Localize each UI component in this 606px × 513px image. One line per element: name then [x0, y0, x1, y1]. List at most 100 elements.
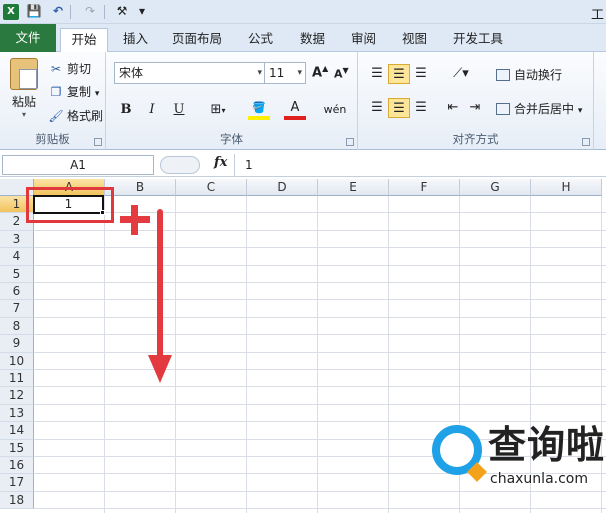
- merge-center-label: 合并后居中: [514, 102, 575, 116]
- wrap-text-button[interactable]: 自动换行: [496, 66, 562, 83]
- row-header-13[interactable]: 13: [0, 404, 34, 423]
- watermark: 查询啦 chaxunla.com: [432, 423, 604, 493]
- row-header-14[interactable]: 14: [0, 422, 34, 440]
- name-box[interactable]: A1: [2, 155, 154, 175]
- arrow-shaft: [157, 209, 163, 359]
- bold-button[interactable]: B: [118, 100, 134, 120]
- gridline-row: [34, 299, 606, 301]
- row-header-11[interactable]: 11: [0, 370, 34, 388]
- row-header-10[interactable]: 10: [0, 352, 34, 370]
- grow-font-button[interactable]: A▲: [312, 64, 328, 80]
- dialog-launcher-icon[interactable]: [94, 138, 102, 146]
- tools-icon[interactable]: ⚒: [112, 3, 132, 20]
- tab-developer[interactable]: 开发工具: [443, 28, 513, 52]
- font-name-dropdown[interactable]: 宋体 ▾: [114, 62, 266, 84]
- shrink-font-button[interactable]: A▼: [334, 66, 349, 81]
- tab-page-layout[interactable]: 页面布局: [162, 28, 232, 52]
- gridline-row: [34, 264, 606, 266]
- row-header-15[interactable]: 15: [0, 439, 34, 457]
- row-header-8[interactable]: 8: [0, 317, 34, 336]
- underline-button[interactable]: U: [168, 100, 190, 120]
- copy-button[interactable]: ❐ 复制 ▾: [48, 83, 100, 101]
- tab-view[interactable]: 视图: [392, 28, 437, 52]
- tab-review[interactable]: 审阅: [341, 28, 386, 52]
- row-header-6[interactable]: 6: [0, 283, 34, 301]
- formula-input[interactable]: 1: [234, 154, 606, 176]
- chevron-down-icon: ▾: [257, 68, 262, 78]
- fill-color-button[interactable]: 🪣: [248, 100, 270, 120]
- grow-font-icon: A: [312, 65, 323, 81]
- formula-bar: A1 fx 1: [0, 153, 606, 177]
- font-color-icon: A: [290, 100, 300, 115]
- dialog-launcher-icon[interactable]: [582, 138, 590, 146]
- column-header-d[interactable]: D: [247, 179, 318, 196]
- align-left-button[interactable]: ☰: [366, 98, 388, 118]
- align-middle-button[interactable]: ☰: [388, 64, 410, 84]
- number-group-partial: [594, 52, 606, 150]
- qat-separator: [70, 5, 71, 19]
- merge-center-button[interactable]: 合并后居中 ▾: [496, 100, 582, 117]
- column-header-f[interactable]: F: [389, 179, 460, 196]
- wrap-text-label: 自动换行: [514, 68, 563, 82]
- gridline-row: [34, 316, 606, 318]
- align-top-button[interactable]: ☰: [366, 64, 388, 84]
- row-header-9[interactable]: 9: [0, 335, 34, 353]
- font-size-dropdown[interactable]: 11 ▾: [264, 62, 306, 84]
- row-header-17[interactable]: 17: [0, 474, 34, 492]
- save-icon[interactable]: 💾: [26, 3, 42, 20]
- column-header-e[interactable]: E: [318, 179, 389, 196]
- gridline-col: [104, 196, 105, 513]
- row-header-12[interactable]: 12: [0, 387, 34, 405]
- phonetic-icon: wén: [323, 103, 347, 116]
- qat-more-icon[interactable]: ▾: [137, 3, 147, 20]
- row-header-7[interactable]: 7: [0, 300, 34, 318]
- arrow-head: [148, 355, 172, 383]
- borders-button[interactable]: ⊞▾: [204, 100, 232, 120]
- paste-button[interactable]: 粘贴 ▾: [6, 58, 42, 120]
- merge-cells-icon: [496, 103, 510, 115]
- down-arrow-icon: [148, 209, 172, 384]
- alignment-group: ☰ ☰ ☰ ⟋▾ ☰ ☰ ☰ ⇤ ⇥ 自动换行 合并后居中 ▾ 对齐方式: [358, 52, 594, 150]
- row-header-5[interactable]: 5: [0, 265, 34, 283]
- align-bottom-button[interactable]: ☰: [410, 64, 432, 84]
- gridline-col: [246, 196, 247, 513]
- copy-icon: ❐: [50, 85, 62, 99]
- column-header-c[interactable]: C: [176, 179, 247, 196]
- gridline-row: [34, 282, 606, 283]
- decrease-indent-button[interactable]: ⇤: [442, 98, 464, 118]
- tab-home[interactable]: 开始: [60, 28, 108, 53]
- align-center-button[interactable]: ☰: [388, 98, 410, 118]
- tab-file[interactable]: 文件: [0, 24, 56, 52]
- font-color-button[interactable]: A: [284, 100, 306, 120]
- cut-button[interactable]: ✂ 剪切: [48, 60, 91, 78]
- column-header-h[interactable]: H: [531, 179, 602, 196]
- tab-insert[interactable]: 插入: [113, 28, 158, 52]
- row-header-4[interactable]: 4: [0, 248, 34, 266]
- row-header-16[interactable]: 16: [0, 457, 34, 475]
- increase-indent-button[interactable]: ⇥: [464, 98, 486, 118]
- copy-label: 复制: [67, 85, 92, 99]
- row-header-3[interactable]: 3: [0, 230, 34, 249]
- dialog-launcher-icon[interactable]: [346, 138, 354, 146]
- row-header-18[interactable]: 18: [0, 491, 34, 510]
- tab-data[interactable]: 数据: [290, 28, 335, 52]
- format-painter-button[interactable]: 🖌 格式刷: [48, 107, 103, 125]
- column-header-g[interactable]: G: [460, 179, 531, 196]
- align-right-button[interactable]: ☰: [410, 98, 432, 118]
- insert-function-icon[interactable]: fx: [214, 155, 227, 170]
- formula-bar-grip[interactable]: [160, 156, 200, 174]
- orientation-button[interactable]: ⟋▾: [446, 64, 476, 84]
- undo-icon[interactable]: ↶: [50, 3, 66, 20]
- column-header-b[interactable]: B: [105, 179, 176, 196]
- gridline-row: [34, 334, 606, 336]
- redo-icon[interactable]: ↷: [82, 3, 98, 20]
- qat-separator: [104, 5, 105, 19]
- fill-bucket-icon: 🪣: [252, 101, 266, 114]
- italic-button[interactable]: I: [144, 100, 160, 120]
- excel-app-icon[interactable]: X: [3, 4, 19, 20]
- chevron-down-icon: ▾: [94, 89, 100, 99]
- alignment-group-label: 对齐方式: [452, 132, 499, 146]
- gridline-col: [317, 196, 318, 513]
- tab-formulas[interactable]: 公式: [238, 28, 283, 52]
- phonetic-guide-button[interactable]: wén: [322, 100, 348, 120]
